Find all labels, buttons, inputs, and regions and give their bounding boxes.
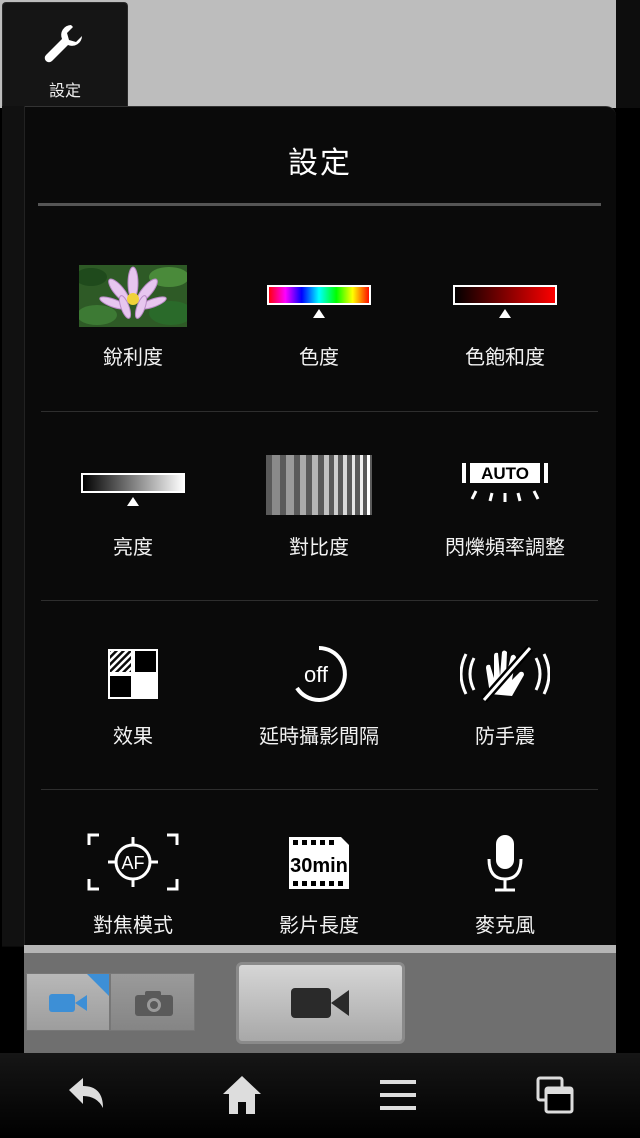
photo-mode-icon xyxy=(135,991,173,1016)
setting-brightness[interactable]: 亮度 xyxy=(40,445,226,595)
video-length-icon: 30min xyxy=(289,837,349,889)
microphone-icon xyxy=(487,835,523,892)
flicker-auto-text: AUTO xyxy=(481,464,529,483)
menu-icon[interactable] xyxy=(373,1070,423,1120)
flower-photo-icon xyxy=(79,265,187,327)
home-icon[interactable] xyxy=(217,1070,267,1120)
setting-sharpness[interactable]: 銳利度 xyxy=(40,255,226,405)
microphone-label: 麥克風 xyxy=(475,913,535,937)
hue-slider-icon xyxy=(267,285,371,318)
setting-effect[interactable]: 效果 xyxy=(40,634,226,784)
setting-hue[interactable]: 色度 xyxy=(226,255,412,405)
settings-tab[interactable]: 設定 xyxy=(2,2,128,106)
preview-edge xyxy=(616,0,640,108)
autofocus-icon: AF xyxy=(87,833,179,891)
back-icon[interactable] xyxy=(61,1070,111,1120)
sharpness-label: 銳利度 xyxy=(103,345,163,369)
video-length-text: 30min xyxy=(290,855,348,877)
row-divider xyxy=(41,789,598,790)
flicker-label: 閃爍頻率調整 xyxy=(445,535,565,559)
record-button[interactable] xyxy=(236,962,405,1044)
autofocus-text: AF xyxy=(121,853,144,873)
contrast-label: 對比度 xyxy=(289,535,349,559)
focus-mode-label: 對焦模式 xyxy=(93,913,173,937)
timelapse-off-text: off xyxy=(304,662,329,687)
hue-label: 色度 xyxy=(299,345,339,369)
setting-contrast[interactable]: 對比度 xyxy=(226,445,412,595)
timelapse-label: 延時攝影間隔 xyxy=(259,724,379,748)
setting-stabilization[interactable]: 防手震 xyxy=(412,634,598,784)
effect-label: 效果 xyxy=(113,724,153,748)
row-divider xyxy=(41,600,598,601)
setting-flicker[interactable]: AUTO 閃爍頻率調整 xyxy=(412,445,598,595)
brightness-label: 亮度 xyxy=(113,535,153,559)
stabilization-label: 防手震 xyxy=(475,724,535,748)
setting-timelapse[interactable]: off 延時攝影間隔 xyxy=(226,634,412,784)
saturation-label: 色飽和度 xyxy=(465,345,545,369)
brightness-slider-icon xyxy=(81,473,185,506)
title-divider xyxy=(38,203,601,206)
wrench-icon xyxy=(44,25,82,63)
panel-edge xyxy=(2,106,25,946)
selected-corner-icon xyxy=(87,974,109,996)
timelapse-off-icon: off xyxy=(295,646,347,702)
flicker-auto-icon: AUTO xyxy=(462,463,548,502)
saturation-slider-icon xyxy=(453,285,557,318)
record-button-icon xyxy=(291,988,349,1018)
photo-mode-button[interactable] xyxy=(110,973,195,1031)
setting-saturation[interactable]: 色飽和度 xyxy=(412,255,598,405)
stabilization-off-icon xyxy=(460,645,550,703)
page-title: 設定 xyxy=(288,146,352,181)
video-length-label: 影片長度 xyxy=(279,913,359,937)
row-divider xyxy=(41,411,598,412)
video-mode-button[interactable] xyxy=(26,973,110,1031)
settings-tab-label: 設定 xyxy=(48,81,81,100)
recents-icon[interactable] xyxy=(530,1070,580,1120)
contrast-stripes-icon xyxy=(266,455,372,515)
video-mode-icon xyxy=(49,994,87,1012)
effect-squares-icon xyxy=(108,649,158,699)
